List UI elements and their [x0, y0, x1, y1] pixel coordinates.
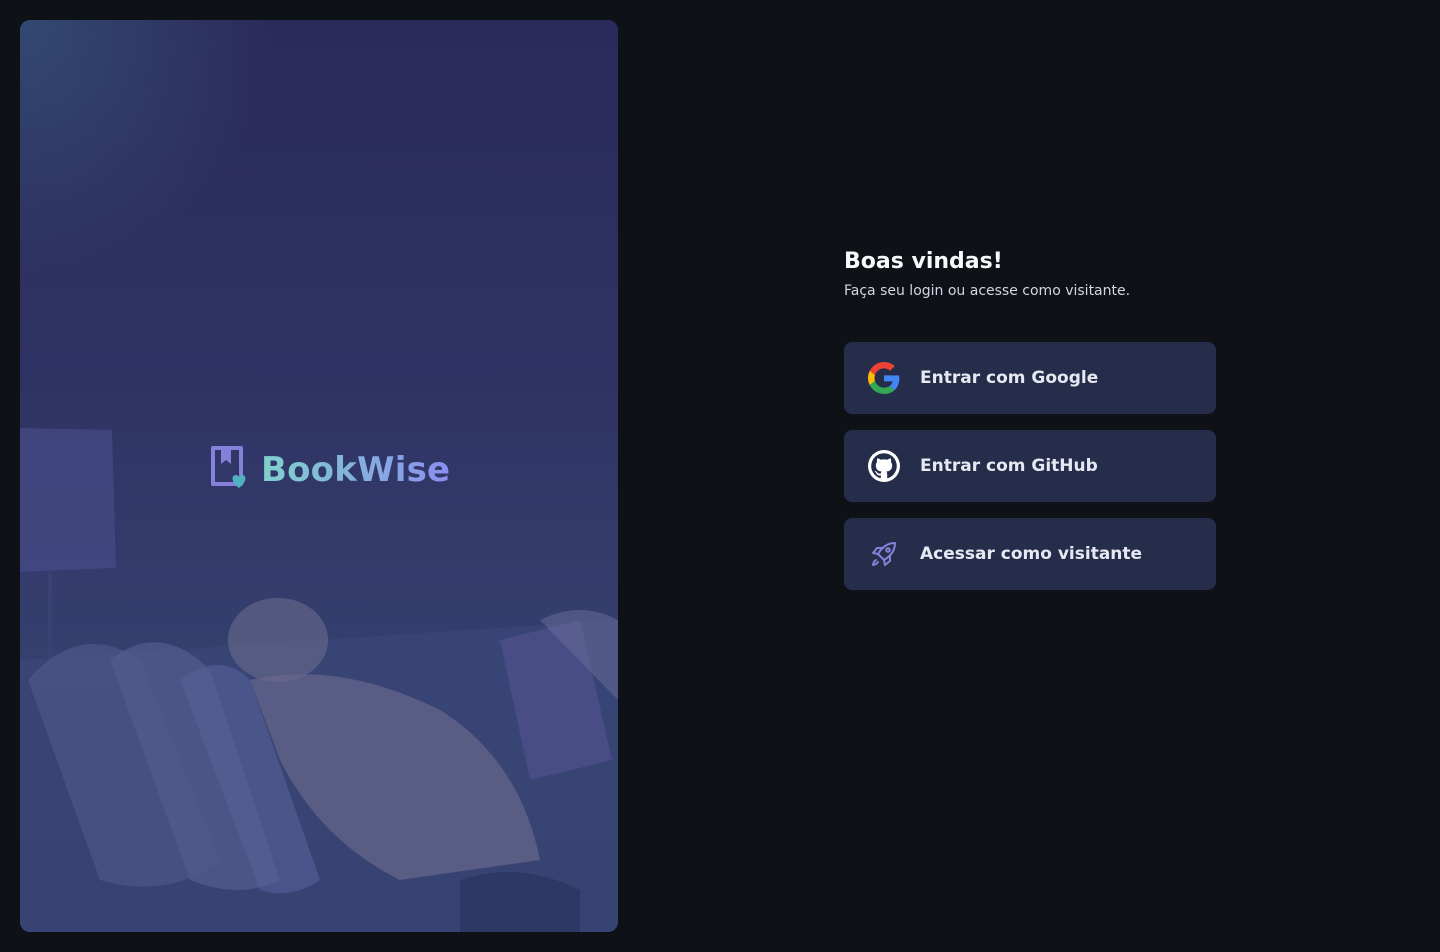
google-icon: [868, 362, 900, 394]
page-title: Boas vindas!: [844, 249, 1003, 274]
login-panel: Boas vindas! Faça seu login ou acesse co…: [844, 246, 1216, 590]
google-login-label: Entrar com Google: [920, 368, 1099, 388]
rocket-icon: [868, 538, 900, 570]
github-icon: [868, 450, 900, 482]
page-subtitle: Faça seu login ou acesse como visitante.: [844, 283, 1131, 299]
google-login-button[interactable]: Entrar com Google: [844, 342, 1216, 414]
hero-panel: BookWise: [20, 20, 618, 932]
brand-name: BookWise: [261, 450, 451, 490]
login-options: Entrar com Google Entrar com GitHub Aces…: [844, 342, 1216, 590]
guest-access-label: Acessar como visitante: [920, 544, 1143, 564]
brand-logo: BookWise: [209, 446, 450, 494]
guest-access-button[interactable]: Acessar como visitante: [844, 518, 1216, 590]
github-login-button[interactable]: Entrar com GitHub: [844, 430, 1216, 502]
github-login-label: Entrar com GitHub: [920, 456, 1098, 476]
bookmark-heart-icon: [209, 446, 249, 494]
